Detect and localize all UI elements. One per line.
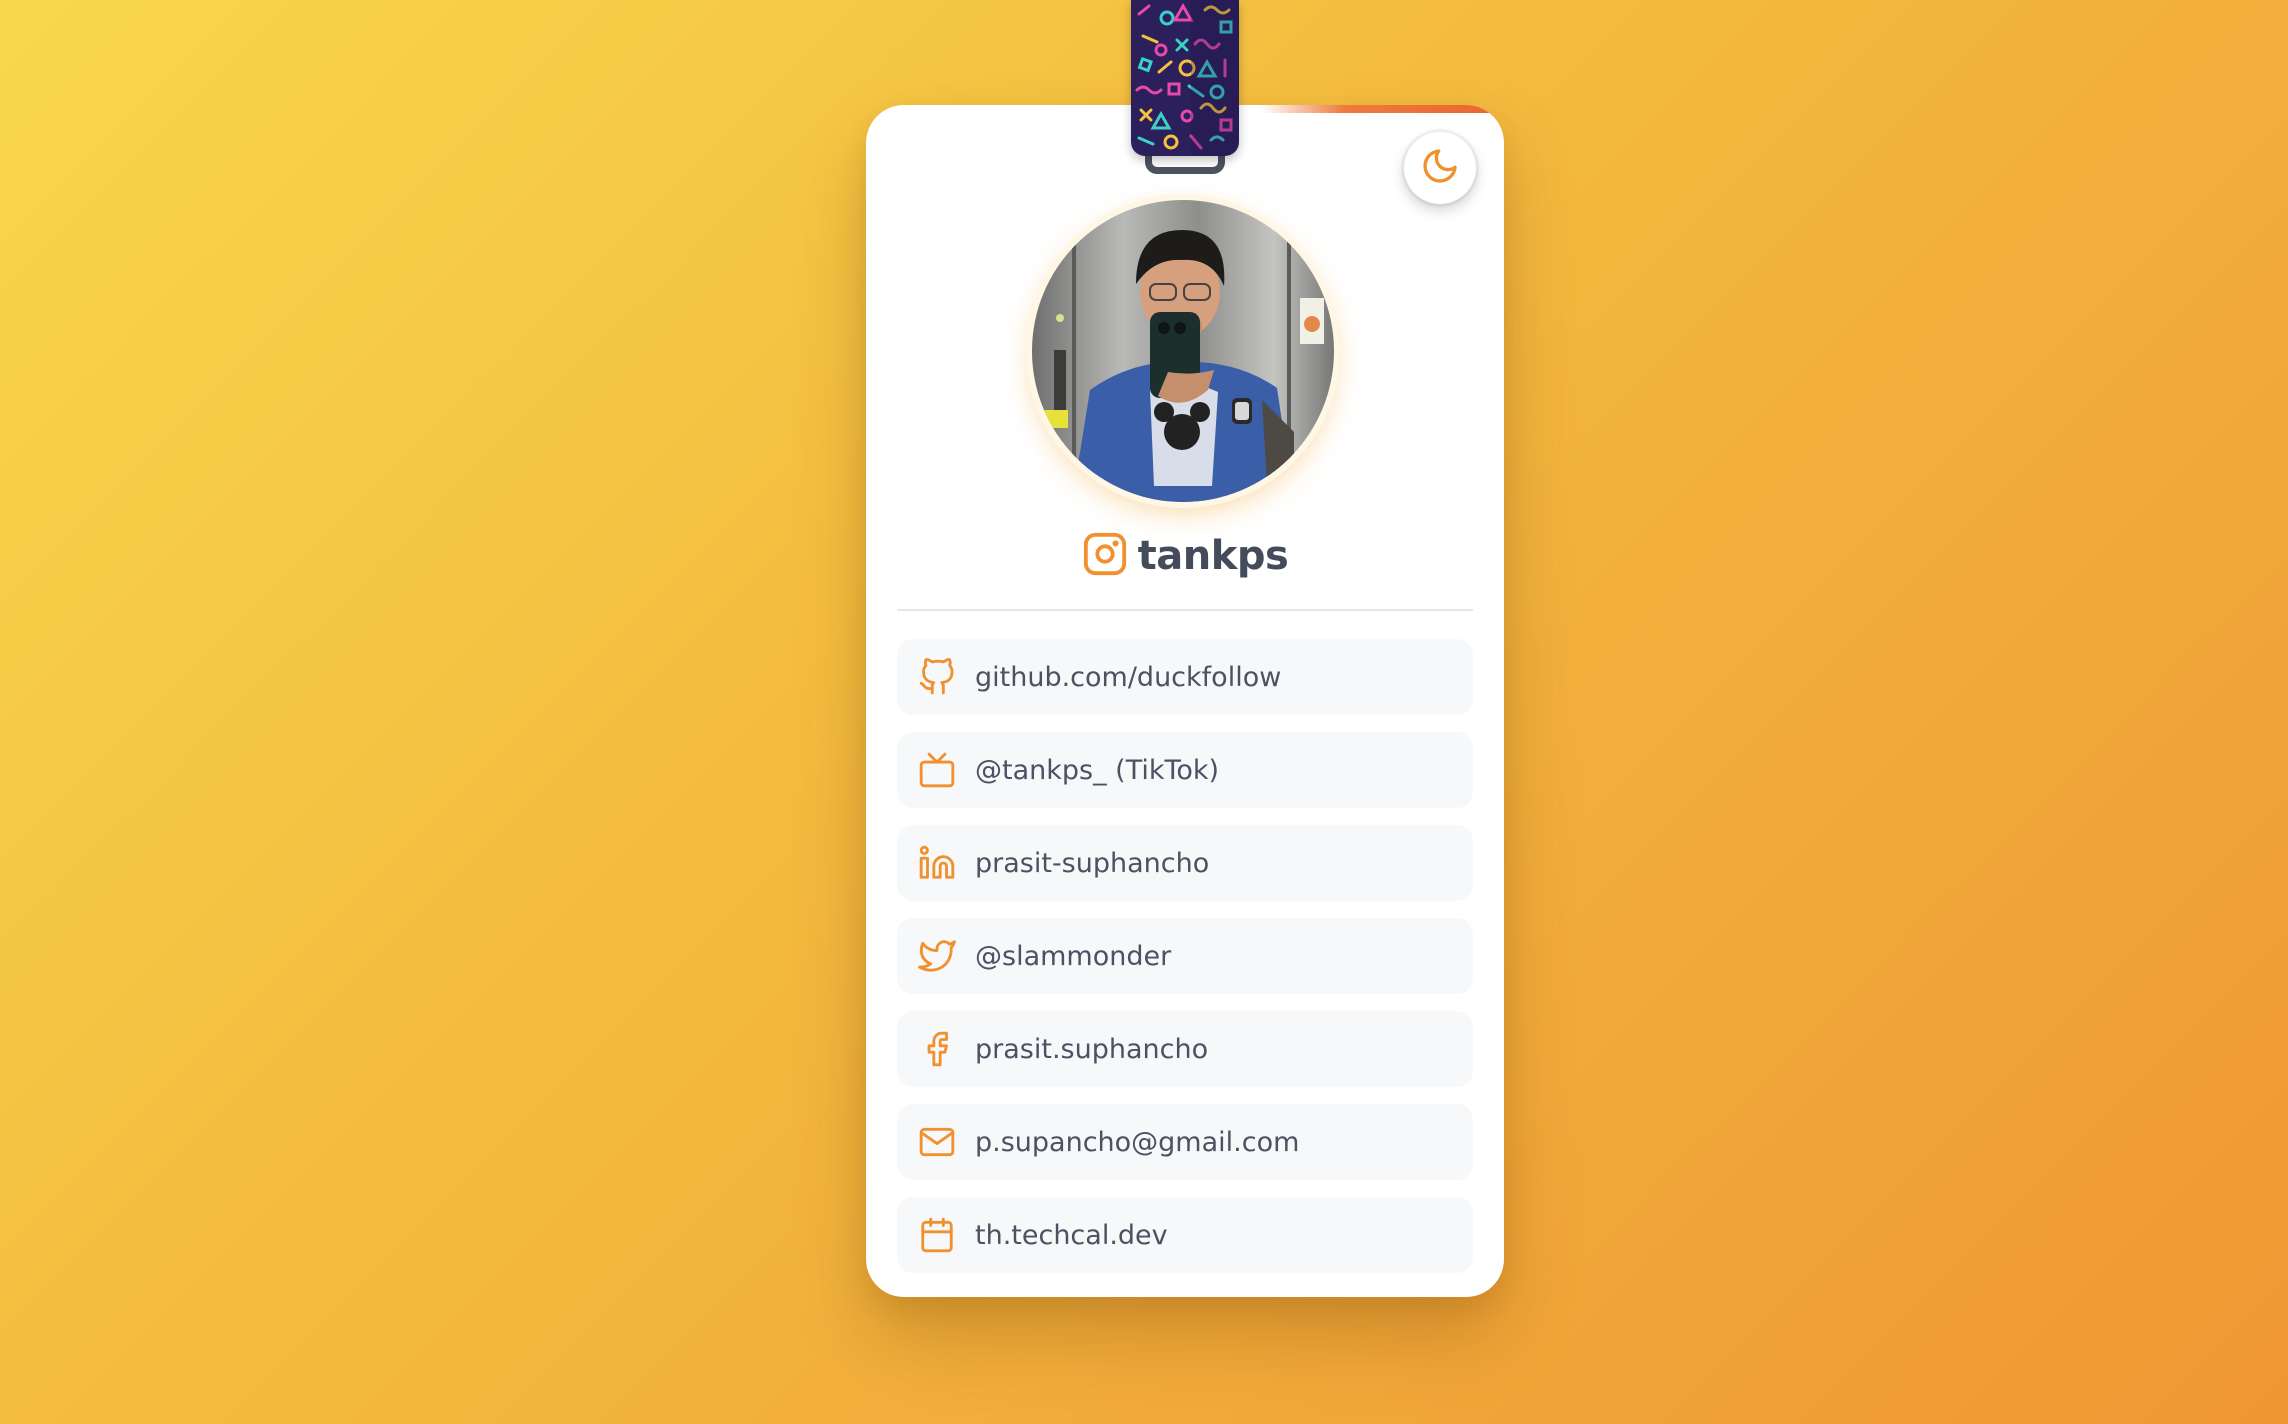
lanyard-strap — [1131, 0, 1239, 156]
link-github[interactable]: github.com/duckfollow — [897, 639, 1473, 715]
divider — [897, 609, 1473, 611]
mail-icon — [917, 1122, 957, 1162]
link-tiktok[interactable]: @tankps_ (TikTok) — [897, 732, 1473, 808]
link-label: prasit.suphancho — [975, 1033, 1209, 1065]
moon-icon — [1420, 146, 1460, 190]
link-facebook[interactable]: prasit.suphancho — [897, 1011, 1473, 1087]
link-linkedin[interactable]: prasit-suphancho — [897, 825, 1473, 901]
link-label: github.com/duckfollow — [975, 661, 1282, 693]
links-list: github.com/duckfollow @tankps_ (TikTok) … — [897, 639, 1473, 1290]
link-label: prasit-suphancho — [975, 847, 1210, 879]
linkedin-icon — [917, 843, 957, 883]
calendar-icon — [917, 1215, 957, 1255]
twitter-icon — [917, 936, 957, 976]
link-label: th.techcal.dev — [975, 1219, 1168, 1251]
tv-icon — [917, 750, 957, 790]
link-calendar[interactable]: th.techcal.dev — [897, 1197, 1473, 1273]
link-label: @tankps_ (TikTok) — [975, 754, 1220, 786]
link-label: p.supancho@gmail.com — [975, 1126, 1300, 1158]
link-label: @slammonder — [975, 940, 1172, 972]
instagram-icon — [1082, 531, 1128, 581]
facebook-icon — [917, 1029, 957, 1069]
theme-toggle-button[interactable] — [1404, 132, 1476, 204]
profile-handle[interactable]: tankps — [866, 526, 1504, 586]
link-email[interactable]: p.supancho@gmail.com — [897, 1104, 1473, 1180]
handle-text: tankps — [1137, 533, 1289, 579]
github-icon — [917, 657, 957, 697]
link-twitter[interactable]: @slammonder — [897, 918, 1473, 994]
avatar — [1032, 200, 1334, 502]
